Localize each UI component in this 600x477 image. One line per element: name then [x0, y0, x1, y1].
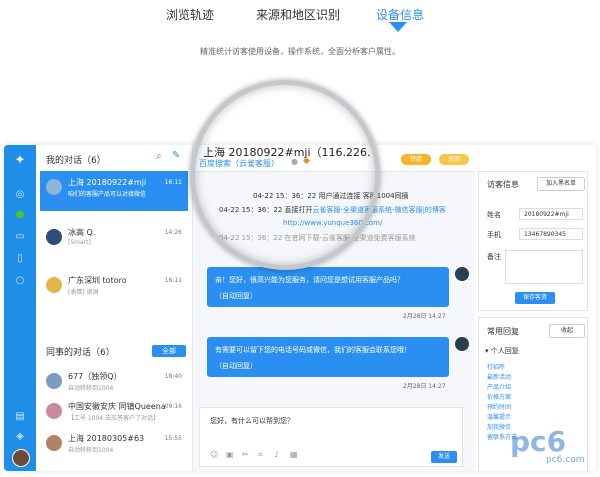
active-tab-indicator — [389, 22, 407, 32]
user-avatar[interactable] — [12, 449, 30, 467]
conversation-name: 上海 20180305#63 — [68, 434, 145, 443]
conversation-name: 上海 20180922#mji — [68, 178, 147, 187]
quick-reply-title: 常用回复 — [487, 327, 519, 336]
quick-reply-item[interactable]: 预约时间 — [487, 402, 511, 411]
conversation-name: 中国安徽安庆 同镇Queena — [68, 402, 166, 411]
save-lead-button[interactable]: 保存客资 — [515, 292, 555, 304]
conversation-item[interactable]: 上海 20180922#mji 咱们的客服产品可以对接微信 16:11 — [40, 171, 188, 211]
conversation-time: 14:26 — [164, 229, 182, 236]
conversation-time: 16:11 — [164, 179, 182, 186]
close-button[interactable]: 关闭 — [439, 154, 469, 165]
wechat-icon[interactable]: ● — [12, 209, 28, 221]
book-icon[interactable]: ▤ — [12, 411, 28, 423]
message-input[interactable]: 您好，有什么可以帮到您？ ☺ ▣ ✂ ⌗ ♪ ▦ — [199, 407, 463, 467]
chat-bubble: 有需要可以留下您的电话号码或微信，我们的客服会联系您哦！ （自动回复） — [207, 337, 449, 377]
avatar — [46, 277, 62, 293]
message-time: 2月28日 14:27 — [403, 383, 446, 390]
tab-device-info[interactable]: 设备信息 — [376, 6, 424, 23]
avatar — [46, 229, 62, 245]
avatar — [46, 403, 62, 419]
bubble-text: 有需要可以留下您的电话号码或微信，我们的客服会联系您哦！ — [215, 346, 411, 354]
phone-icon[interactable]: ▯ — [12, 253, 28, 265]
attachment-icon[interactable]: ✂ — [242, 450, 249, 459]
quick-reply-icon[interactable]: ▦ — [290, 450, 298, 459]
search-icon[interactable]: ⌕ — [156, 151, 162, 162]
phone-label: 手机 — [487, 231, 501, 239]
layers-icon[interactable]: ◈ — [12, 431, 28, 443]
visitor-info-box: 访客信息 加入黑名单 姓名 20180922#mji 手机 1346789034… — [478, 171, 588, 311]
my-conversations-title: 我的对话（6） — [46, 156, 106, 166]
avatar — [46, 373, 62, 389]
send-button[interactable]: 发送 — [431, 451, 457, 463]
conversation-name: 广东深圳 totoro — [68, 276, 127, 285]
conversation-item[interactable]: 冰高 Q. [Smart] 14:26 — [40, 221, 188, 261]
tab-source-region[interactable]: 来源和地区识别 — [256, 6, 340, 23]
compose-icon[interactable]: ✎ — [172, 150, 180, 161]
conversation-preview: 自动转移到1004 — [68, 447, 114, 454]
quick-reply-item[interactable]: 温馨提示 — [487, 412, 511, 421]
compass-icon[interactable]: ○ — [12, 275, 28, 287]
conversation-preview: 【工号 1004 去应答客户了对话】 — [68, 415, 160, 422]
tab-browse-track[interactable]: 浏览轨迹 — [166, 6, 214, 23]
name-label: 姓名 — [487, 211, 501, 219]
conversation-preview: [Smart] — [68, 239, 91, 246]
avatar — [46, 179, 62, 195]
conversation-preview: 咱们的客服产品可以对接微信 — [68, 191, 147, 198]
chat-bubble: 亲！您好，很高兴能为您服务，请问您是想试用客服产品吗？ （自动回复） — [207, 267, 449, 307]
remark-label: 备注 — [487, 253, 501, 261]
visitor-info-title: 访客信息 — [487, 180, 519, 189]
watermark-url: pc6.com — [546, 455, 585, 465]
conversation-preview: 自动转移到1004 — [68, 385, 114, 392]
conversation-name: 冰高 Q. — [68, 228, 96, 237]
conversation-name: 677（独领Q） — [68, 372, 122, 381]
conversation-time: 15:55 — [164, 435, 182, 442]
quick-reply-item[interactable]: 最新活动 — [487, 372, 511, 381]
quick-reply-item[interactable]: 产品介绍 — [487, 382, 511, 391]
quick-reply-item[interactable]: 价格方案 — [487, 392, 511, 401]
agent-avatar — [455, 337, 469, 351]
name-field[interactable]: 20180922#mji — [519, 208, 583, 220]
all-button[interactable]: 全部 — [152, 345, 186, 357]
conversation-time: 09:16 — [164, 403, 182, 410]
conversation-list-panel: 我的对话（6） ⌕ ✎ 上海 20180922#mji 咱们的客服产品可以对接微… — [36, 145, 193, 471]
bubble-auto-label: （自动回复） — [215, 292, 257, 300]
page-subtitle: 精准统计访客使用设备，操作系统，全面分析客户属性。 — [200, 47, 400, 56]
magnifier-lens — [190, 80, 380, 270]
left-nav-bar: ✦ ◎ ● ▭ ▯ ○ ▤ ◈ — [4, 145, 36, 471]
weibo-icon[interactable]: ◎ — [12, 189, 28, 201]
microphone-icon[interactable]: ♪ — [274, 450, 279, 459]
blacklist-button[interactable]: 加入黑名单 — [537, 177, 585, 191]
message-time: 2月28日 14:27 — [403, 313, 446, 320]
bubble-text: 亲！您好，很高兴能为您服务，请问您是想试用客服产品吗？ — [215, 276, 404, 284]
conversation-item[interactable]: 上海 20180305#63 自动转移到1004 15:55 — [40, 427, 188, 467]
conversation-item[interactable]: 广东深圳 totoro [表情] 谢谢 16:11 — [40, 269, 188, 309]
avatar — [46, 435, 62, 451]
quick-reply-item[interactable]: 打招呼 — [487, 362, 505, 371]
watermark-logo: pc6 — [510, 425, 567, 458]
bird-logo-icon: ✦ — [14, 153, 26, 168]
conversation-preview: [表情] 谢谢 — [68, 289, 99, 296]
phone-field[interactable]: 13467890345 — [519, 228, 583, 240]
bubble-auto-label: （自动回复） — [215, 362, 257, 370]
remark-field[interactable] — [505, 250, 583, 284]
personal-reply-label: 个人回复 — [490, 347, 519, 355]
image-icon[interactable]: ▣ — [226, 450, 234, 459]
agent-avatar — [455, 267, 469, 281]
quick-reply-item[interactable]: 加我微信 — [487, 422, 511, 431]
personal-reply-title: ▾ 个人回复 — [485, 346, 519, 356]
conversation-time: 18:40 — [164, 373, 182, 380]
monitor-icon[interactable]: ▭ — [12, 231, 28, 243]
transfer-button[interactable]: 转接 — [401, 154, 431, 165]
emoji-icon[interactable]: ☺ — [210, 450, 218, 459]
colleague-conversations-title: 同事的对话（6） — [46, 348, 115, 358]
screenshot-icon[interactable]: ⌗ — [258, 450, 263, 460]
conversation-time: 16:11 — [164, 277, 182, 284]
collapse-button[interactable]: 收起 — [549, 324, 585, 338]
message-input-text: 您好，有什么可以帮到您？ — [210, 417, 294, 425]
